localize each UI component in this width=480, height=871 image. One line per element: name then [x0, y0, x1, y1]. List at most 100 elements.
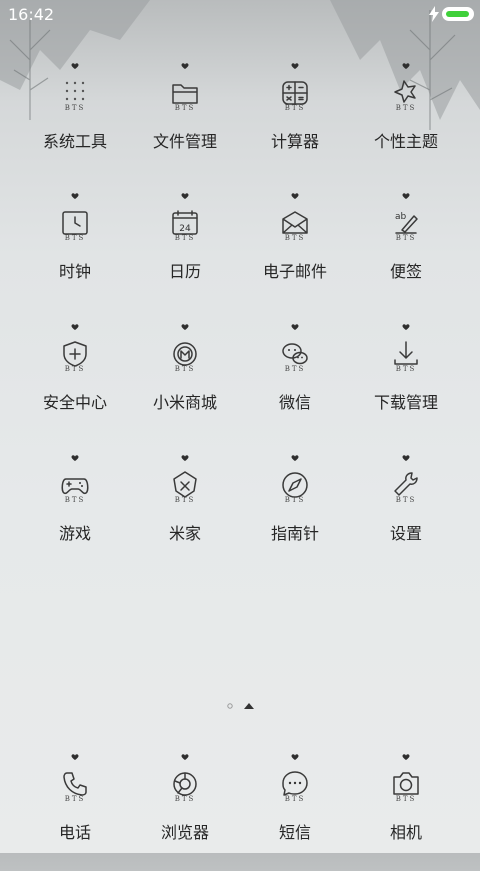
page-indicator[interactable] [224, 700, 258, 712]
app-label: 便签 [389, 262, 422, 281]
app-label: 计算器 [270, 132, 319, 151]
calculator-icon: BTS [271, 60, 319, 122]
heart-icon [71, 455, 79, 461]
icon-brand-text: BTS [285, 795, 306, 803]
status-bar: 16:42 [0, 0, 480, 30]
app-label: 短信 [278, 823, 311, 842]
app-label: 浏览器 [160, 823, 209, 842]
svg-text:ab: ab [395, 212, 407, 222]
app-calendar[interactable]: 24 BTS 日历 [130, 190, 240, 310]
icon-brand-text: BTS [175, 496, 196, 504]
app-calculator[interactable]: BTS 计算器 [240, 60, 350, 180]
icon-brand-text: BTS [285, 496, 306, 504]
app-wrench[interactable]: BTS 设置 [351, 452, 461, 572]
icon-brand-text: BTS [65, 104, 86, 112]
app-label: 安全中心 [42, 393, 107, 412]
calendar-day: 24 [179, 224, 191, 234]
download-icon: BTS [382, 321, 430, 383]
app-notes[interactable]: ab BTS 便签 [351, 190, 461, 310]
heart-icon [291, 324, 299, 330]
app-message[interactable]: BTS 短信 [240, 751, 350, 871]
icon-brand-text: BTS [175, 795, 196, 803]
icon-brand-text: BTS [396, 104, 417, 112]
app-label: 微信 [278, 393, 311, 412]
icon-brand-text: BTS [285, 234, 306, 242]
app-shield[interactable]: BTS 安全中心 [20, 321, 130, 441]
wechat-icon: BTS [271, 321, 319, 383]
theme-brush-icon: BTS [382, 60, 430, 122]
app-gamepad[interactable]: BTS 游戏 [20, 452, 130, 572]
app-label: 下载管理 [373, 393, 438, 412]
charging-bolt-icon [429, 6, 439, 22]
heart-icon [181, 324, 189, 330]
icon-brand-text: BTS [175, 365, 196, 373]
compass-icon: BTS [271, 452, 319, 514]
page-dot-active-home [244, 703, 254, 709]
icon-brand-text: BTS [65, 795, 86, 803]
app-wechat[interactable]: BTS 微信 [240, 321, 350, 441]
clock-icon: BTS [51, 190, 99, 252]
mijia-icon: BTS [161, 452, 209, 514]
app-email[interactable]: BTS 电子邮件 [240, 190, 350, 310]
app-camera[interactable]: BTS 相机 [351, 751, 461, 871]
phone-icon: BTS [51, 751, 99, 813]
heart-icon [181, 63, 189, 69]
heart-icon [402, 754, 410, 760]
calendar-icon: 24 BTS [161, 190, 209, 252]
app-label: 个性主题 [373, 132, 438, 151]
app-folder[interactable]: BTS 文件管理 [130, 60, 240, 180]
folder-grid-icon: BTS [51, 60, 99, 122]
app-label: 电子邮件 [262, 262, 327, 281]
icon-brand-text: BTS [396, 496, 417, 504]
icon-brand-text: BTS [396, 365, 417, 373]
app-compass[interactable]: BTS 指南针 [240, 452, 350, 572]
gamepad-icon: BTS [51, 452, 99, 514]
app-mijia[interactable]: BTS 米家 [130, 452, 240, 572]
heart-icon [402, 324, 410, 330]
heart-icon [402, 193, 410, 199]
icon-brand-text: BTS [396, 234, 417, 242]
app-label: 相机 [389, 823, 422, 842]
app-mi-store[interactable]: BTS 小米商城 [130, 321, 240, 441]
notes-icon: ab BTS [382, 190, 430, 252]
app-label: 日历 [168, 262, 201, 281]
app-label: 指南针 [270, 524, 319, 543]
heart-icon [291, 63, 299, 69]
heart-icon [291, 455, 299, 461]
app-phone[interactable]: BTS 电话 [20, 751, 130, 871]
heart-icon [402, 455, 410, 461]
app-label: 电话 [58, 823, 91, 842]
mi-store-icon: BTS [161, 321, 209, 383]
wrench-icon: BTS [382, 452, 430, 514]
app-label: 系统工具 [42, 132, 107, 151]
icon-brand-text: BTS [65, 496, 86, 504]
message-icon: BTS [271, 751, 319, 813]
page-dot-inactive [227, 703, 233, 709]
folder-icon: BTS [161, 60, 209, 122]
app-download[interactable]: BTS 下载管理 [351, 321, 461, 441]
app-browser[interactable]: BTS 浏览器 [130, 751, 240, 871]
icon-brand-text: BTS [65, 365, 86, 373]
heart-icon [71, 63, 79, 69]
battery-icon [442, 7, 474, 21]
app-clock[interactable]: BTS 时钟 [20, 190, 130, 310]
email-icon: BTS [271, 190, 319, 252]
app-label: 游戏 [58, 524, 91, 543]
heart-icon [402, 63, 410, 69]
app-theme-brush[interactable]: BTS 个性主题 [351, 60, 461, 180]
app-label: 时钟 [58, 262, 91, 281]
status-time: 16:42 [8, 5, 55, 24]
app-label: 米家 [168, 524, 201, 543]
heart-icon [71, 324, 79, 330]
heart-icon [181, 193, 189, 199]
battery-level-fill [446, 11, 469, 17]
icon-brand-text: BTS [285, 104, 306, 112]
heart-icon [181, 754, 189, 760]
app-folder-grid[interactable]: BTS 系统工具 [20, 60, 130, 180]
heart-icon [71, 193, 79, 199]
app-label: 小米商城 [152, 393, 217, 412]
camera-icon: BTS [382, 751, 430, 813]
icon-brand-text: BTS [175, 104, 196, 112]
shield-icon: BTS [51, 321, 99, 383]
app-label: 设置 [389, 524, 422, 543]
